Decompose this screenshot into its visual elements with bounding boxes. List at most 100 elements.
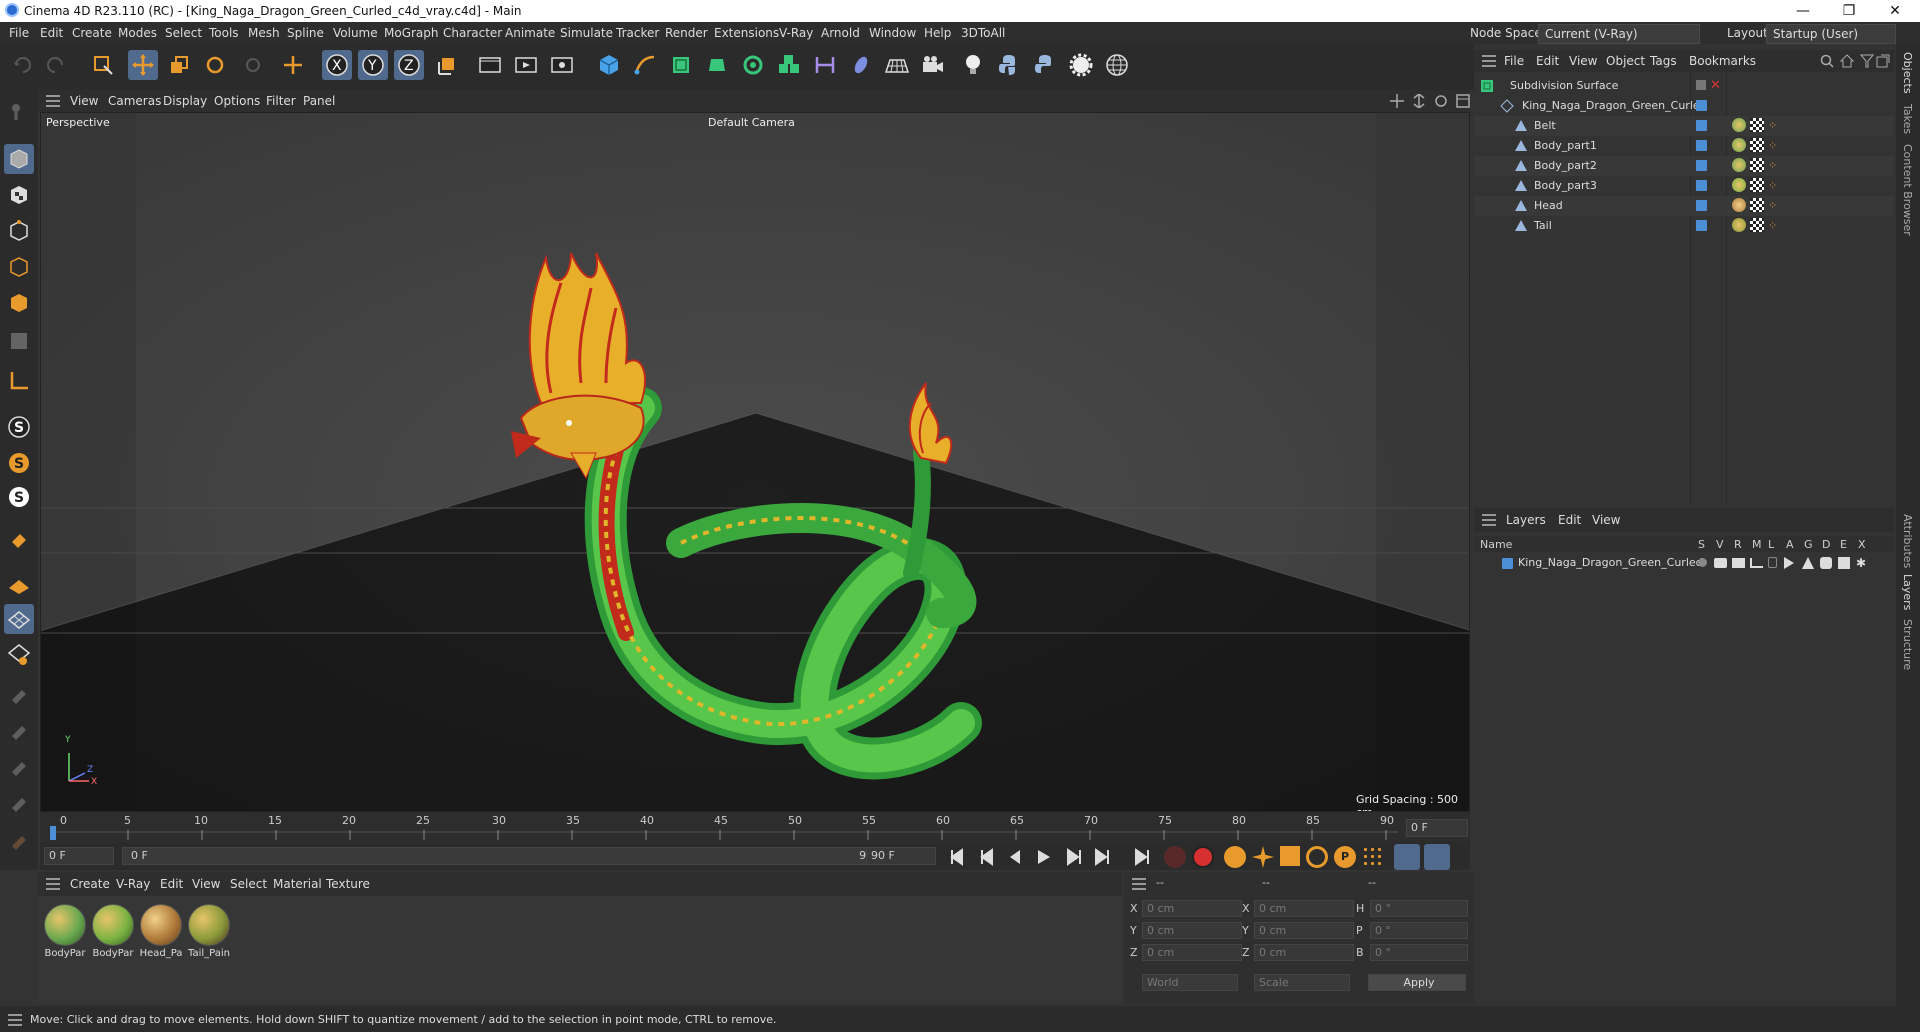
- object-menu-file[interactable]: File: [1504, 54, 1524, 68]
- side-tab-attributes[interactable]: Attributes: [1901, 514, 1914, 568]
- menu-3dtoall[interactable]: 3DToAll: [961, 26, 1005, 40]
- layer-color-swatch[interactable]: [1696, 200, 1707, 211]
- material-menu-create[interactable]: Create: [70, 877, 110, 891]
- zoom-view-icon[interactable]: [1412, 94, 1426, 108]
- material-menu-edit[interactable]: Edit: [160, 877, 183, 891]
- rotate-tool-icon[interactable]: [200, 50, 230, 80]
- side-tab-takes[interactable]: Takes: [1901, 104, 1914, 134]
- extrude-generator-icon[interactable]: [702, 50, 732, 80]
- object-menu-bookmarks[interactable]: Bookmarks: [1689, 54, 1756, 68]
- menu-edit[interactable]: Edit: [40, 26, 63, 40]
- transform-tool-icon[interactable]: [278, 50, 308, 80]
- apply-button[interactable]: Apply: [1368, 974, 1466, 991]
- menu-help[interactable]: Help: [924, 26, 951, 40]
- paint-tool-icon[interactable]: [4, 678, 34, 708]
- redo-icon[interactable]: [40, 50, 70, 80]
- material-menu-select[interactable]: Select: [230, 877, 267, 891]
- side-tab-objects[interactable]: Objects: [1901, 52, 1914, 94]
- deformer-toggle-icon[interactable]: [1820, 557, 1832, 569]
- side-tab-structure[interactable]: Structure: [1901, 619, 1914, 670]
- coord-mode-dropdown[interactable]: Scale: [1254, 974, 1350, 991]
- object-row[interactable]: Head ⁘: [1474, 196, 1894, 216]
- rotate-view-icon[interactable]: [1434, 94, 1448, 108]
- layer-color-swatch[interactable]: [1696, 220, 1707, 231]
- material-item[interactable]: Tail_Pain: [186, 904, 232, 964]
- solo-toggle-icon[interactable]: [1698, 558, 1707, 567]
- render-view-icon[interactable]: [511, 50, 541, 80]
- coord-pos-y-field[interactable]: 0 cm: [1142, 922, 1242, 939]
- menu-animate[interactable]: Animate: [505, 26, 555, 40]
- magnet-tool-icon[interactable]: [4, 526, 34, 556]
- viewport-menu-filter[interactable]: Filter: [266, 94, 296, 108]
- menu-character[interactable]: Character: [443, 26, 502, 40]
- layer-color-swatch[interactable]: [1696, 160, 1707, 171]
- layer-menu-layers[interactable]: Layers: [1506, 513, 1546, 527]
- hamburger-icon[interactable]: [1482, 514, 1496, 526]
- coord-pos-z-field[interactable]: 0 cm: [1142, 944, 1242, 961]
- material-tag-icon[interactable]: [1732, 198, 1746, 212]
- bp-tool-icon[interactable]: [4, 786, 34, 816]
- material-item[interactable]: BodyPar: [42, 904, 88, 964]
- xref-toggle-icon[interactable]: ✱: [1856, 557, 1866, 569]
- material-tag-icon[interactable]: [1732, 178, 1746, 192]
- record-icon[interactable]: [1164, 846, 1186, 868]
- vray-tag-icon[interactable]: ⁘: [1768, 139, 1777, 152]
- eye-toggle-icon[interactable]: [1714, 558, 1727, 568]
- hamburger-icon[interactable]: [1482, 55, 1496, 67]
- weight-tool-icon[interactable]: [4, 750, 34, 780]
- object-menu-object[interactable]: Object: [1606, 54, 1645, 68]
- close-button[interactable]: ✕: [1872, 1, 1918, 21]
- motion-system-icon[interactable]: [1394, 844, 1420, 870]
- material-item[interactable]: BodyPar: [90, 904, 136, 964]
- hamburger-icon[interactable]: [46, 95, 60, 107]
- manager-toggle-icon[interactable]: [1750, 558, 1763, 568]
- uvw-tag-icon[interactable]: [1750, 118, 1764, 132]
- subdivision-generator-icon[interactable]: [666, 50, 696, 80]
- material-tag-icon[interactable]: [1732, 158, 1746, 172]
- menu-extensions[interactable]: Extensions: [714, 26, 779, 40]
- menu-select[interactable]: Select: [165, 26, 202, 40]
- workplane-snap-icon[interactable]: S: [4, 482, 34, 512]
- start-frame-field[interactable]: 0 F: [44, 847, 114, 865]
- camera-label[interactable]: Default Camera: [708, 116, 795, 129]
- object-row[interactable]: Body_part3 ⁘: [1474, 176, 1894, 196]
- 3d-viewport[interactable]: Perspective Default Camera Grid Spacing …: [40, 112, 1470, 812]
- search-icon[interactable]: [1820, 54, 1834, 68]
- uv-mode-icon[interactable]: [4, 326, 34, 356]
- viewport-menu-cameras[interactable]: Cameras: [108, 94, 161, 108]
- menu-arnold[interactable]: Arnold: [821, 26, 860, 40]
- layer-color-swatch[interactable]: [1696, 140, 1707, 151]
- layer-menu-view[interactable]: View: [1592, 513, 1620, 527]
- x-axis-lock-icon[interactable]: X: [322, 50, 352, 80]
- points-mode-icon[interactable]: [4, 216, 34, 246]
- frame-range-slider[interactable]: 0 F 90 F: [122, 847, 892, 865]
- vray-tag-icon[interactable]: ⁘: [1768, 219, 1777, 232]
- side-tab-content-browser[interactable]: Content Browser: [1901, 144, 1914, 236]
- mograph-fracture-icon[interactable]: [774, 50, 804, 80]
- expression-toggle-icon[interactable]: [1838, 557, 1850, 569]
- uvw-tag-icon[interactable]: [1750, 158, 1764, 172]
- undo-icon[interactable]: [8, 50, 38, 80]
- viewport-menu-display[interactable]: Display: [163, 94, 207, 108]
- menu-tools[interactable]: Tools: [209, 26, 239, 40]
- menu-volume[interactable]: Volume: [333, 26, 378, 40]
- sculpt-tool-icon[interactable]: [4, 714, 34, 744]
- menu-mesh[interactable]: Mesh: [248, 26, 280, 40]
- recent-tool-icon[interactable]: [238, 50, 268, 80]
- polygons-mode-icon[interactable]: [4, 288, 34, 318]
- scale-tool-icon[interactable]: [164, 50, 194, 80]
- object-row[interactable]: Body_part2 ⁘: [1474, 156, 1894, 176]
- deformer-icon[interactable]: [810, 50, 840, 80]
- brush-tool-icon[interactable]: [4, 824, 34, 854]
- layer-color-swatch[interactable]: [1696, 80, 1706, 90]
- material-tag-icon[interactable]: [1732, 138, 1746, 152]
- coord-space-dropdown[interactable]: World: [1142, 974, 1238, 991]
- pan-view-icon[interactable]: [1390, 94, 1404, 108]
- settings-gear-icon[interactable]: [1066, 50, 1096, 80]
- coord-size-x-field[interactable]: 0 cm: [1254, 900, 1354, 917]
- y-axis-lock-icon[interactable]: Y: [358, 50, 388, 80]
- menu-spline[interactable]: Spline: [287, 26, 324, 40]
- vray-tag-icon[interactable]: ⁘: [1768, 179, 1777, 192]
- coord-rot-b-field[interactable]: 0 °: [1370, 944, 1468, 961]
- home-icon[interactable]: [1840, 54, 1854, 68]
